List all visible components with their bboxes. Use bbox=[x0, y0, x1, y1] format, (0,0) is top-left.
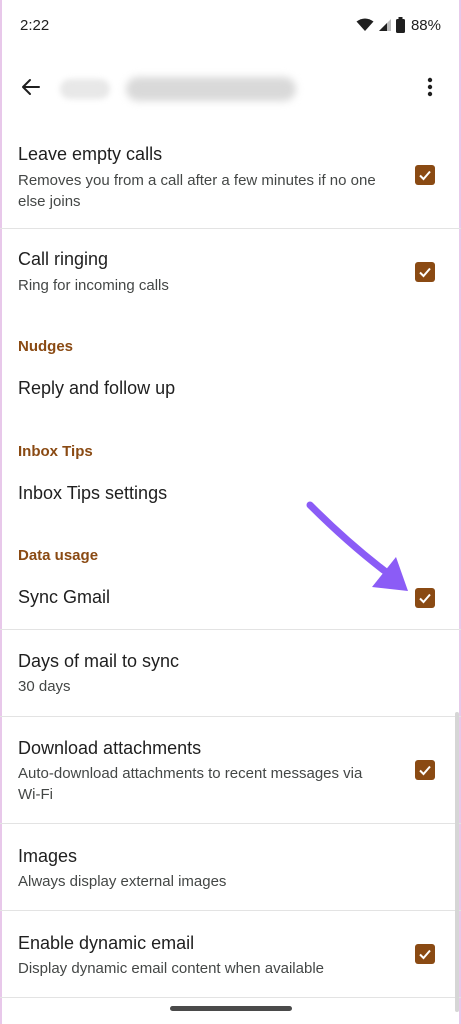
setting-title: Enable dynamic email bbox=[18, 933, 195, 953]
back-button[interactable] bbox=[14, 70, 48, 104]
section-header-inbox-tips: Inbox Tips bbox=[18, 443, 93, 460]
setting-summary: Always display external images bbox=[18, 873, 227, 890]
status-time: 2:22 bbox=[20, 16, 50, 34]
setting-call-ringing[interactable]: Call ringing Ring for incoming calls bbox=[0, 229, 461, 309]
arrow-back-icon bbox=[22, 79, 40, 95]
leave-empty-calls-checkbox[interactable] bbox=[415, 165, 435, 185]
setting-title: Download attachments bbox=[18, 738, 202, 758]
dynamic-email-checkbox[interactable] bbox=[415, 944, 435, 964]
download-attachments-checkbox[interactable] bbox=[415, 760, 435, 780]
status-bar: 2:22 88% bbox=[0, 0, 461, 50]
setting-days-of-mail[interactable]: Days of mail to sync 30 days bbox=[0, 630, 461, 716]
check-icon bbox=[419, 267, 431, 278]
setting-title: Reply and follow up bbox=[18, 378, 176, 398]
check-icon bbox=[419, 765, 431, 776]
battery-percent: 88% bbox=[410, 16, 441, 34]
home-indicator[interactable] bbox=[170, 1006, 292, 1011]
setting-reply-follow-up[interactable]: Reply and follow up bbox=[0, 360, 461, 420]
setting-title: Sync Gmail bbox=[18, 587, 111, 607]
account-title-blurred bbox=[60, 76, 300, 102]
app-bar bbox=[0, 60, 461, 114]
more-vert-icon bbox=[427, 77, 433, 97]
annotation-arrow-icon bbox=[306, 501, 408, 591]
section-header-data-usage: Data usage bbox=[18, 547, 99, 564]
wifi-icon bbox=[356, 18, 374, 31]
call-ringing-checkbox[interactable] bbox=[415, 262, 435, 282]
setting-leave-empty-calls[interactable]: Leave empty calls Removes you from a cal… bbox=[0, 130, 461, 228]
cellular-signal-icon bbox=[378, 19, 391, 31]
status-icons: 88% bbox=[356, 17, 441, 34]
setting-summary: Ring for incoming calls bbox=[18, 277, 169, 294]
setting-summary: Removes you from a call after a few minu… bbox=[18, 172, 376, 210]
setting-title: Days of mail to sync bbox=[18, 651, 180, 671]
setting-summary: 30 days bbox=[18, 678, 71, 695]
setting-title: Leave empty calls bbox=[18, 144, 163, 164]
setting-summary: Auto-download attachments to recent mess… bbox=[18, 765, 363, 803]
setting-title: Inbox Tips settings bbox=[18, 483, 168, 503]
setting-title: Images bbox=[18, 846, 78, 866]
setting-summary: Display dynamic email content when avail… bbox=[18, 960, 324, 977]
setting-images[interactable]: Images Always display external images bbox=[0, 824, 461, 910]
setting-dynamic-email[interactable]: Enable dynamic email Display dynamic ema… bbox=[0, 911, 461, 997]
check-icon bbox=[419, 949, 431, 960]
setting-download-attachments[interactable]: Download attachments Auto-download attac… bbox=[0, 717, 461, 823]
battery-icon bbox=[395, 17, 405, 33]
more-options-button[interactable] bbox=[413, 70, 447, 104]
check-icon bbox=[419, 170, 431, 181]
section-header-nudges: Nudges bbox=[18, 338, 74, 355]
scrollbar[interactable] bbox=[455, 712, 459, 1012]
divider bbox=[0, 997, 461, 998]
setting-title: Call ringing bbox=[18, 249, 109, 269]
